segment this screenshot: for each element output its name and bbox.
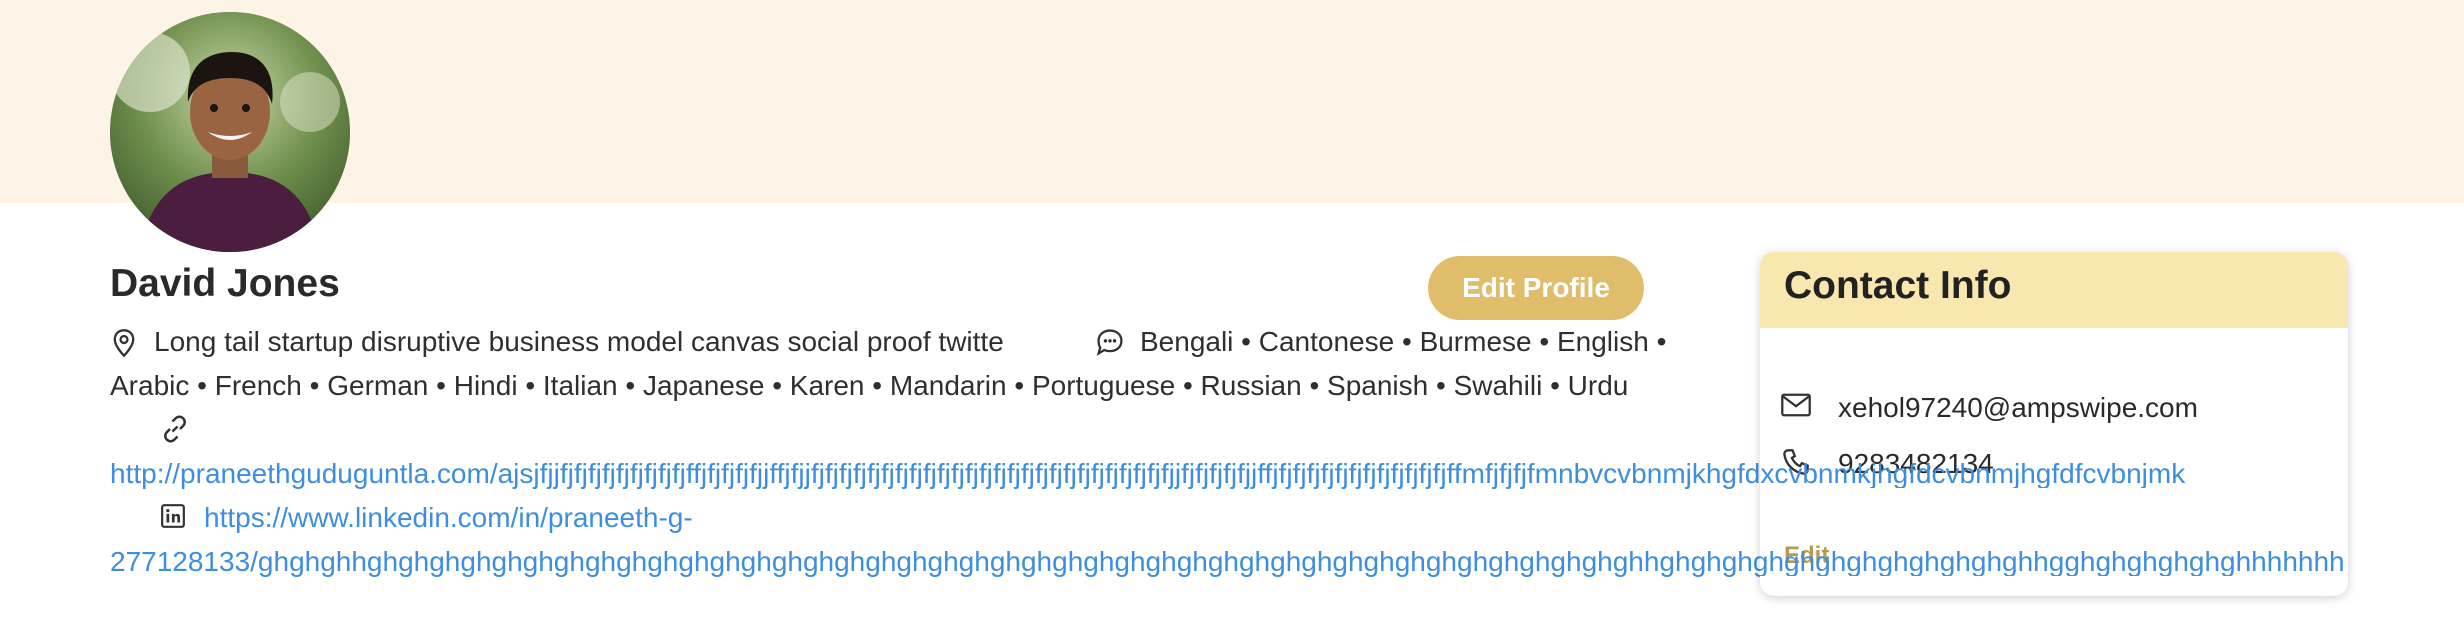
profile-name: David Jones [110, 262, 340, 305]
contact-info-card: Contact Info xehol97240@ampswipe.com 928… [1760, 252, 2348, 596]
link-icon [164, 415, 186, 443]
location-icon [113, 329, 135, 358]
profile-languages-continued: Arabic • French • German • Hindi • Itali… [110, 370, 1629, 401]
linkedin-link[interactable]: https://www.linkedin.com/in/praneeth-g- [204, 504, 693, 532]
contact-info-header: Contact Info [1760, 252, 2348, 328]
mail-icon [1781, 393, 1811, 417]
profile-banner [0, 0, 2464, 203]
chat-icon [1096, 329, 1123, 356]
profile-languages: Bengali • Cantonese • Burmese • English … [1140, 326, 1667, 357]
linkedin-icon [161, 504, 185, 528]
profile-location: Long tail startup disruptive business mo… [154, 326, 1004, 357]
avatar[interactable] [110, 12, 350, 252]
contact-email[interactable]: xehol97240@ampswipe.com [1838, 394, 2198, 422]
edit-profile-button[interactable]: Edit Profile [1428, 256, 1644, 320]
contact-info-title: Contact Info [1784, 264, 2012, 307]
